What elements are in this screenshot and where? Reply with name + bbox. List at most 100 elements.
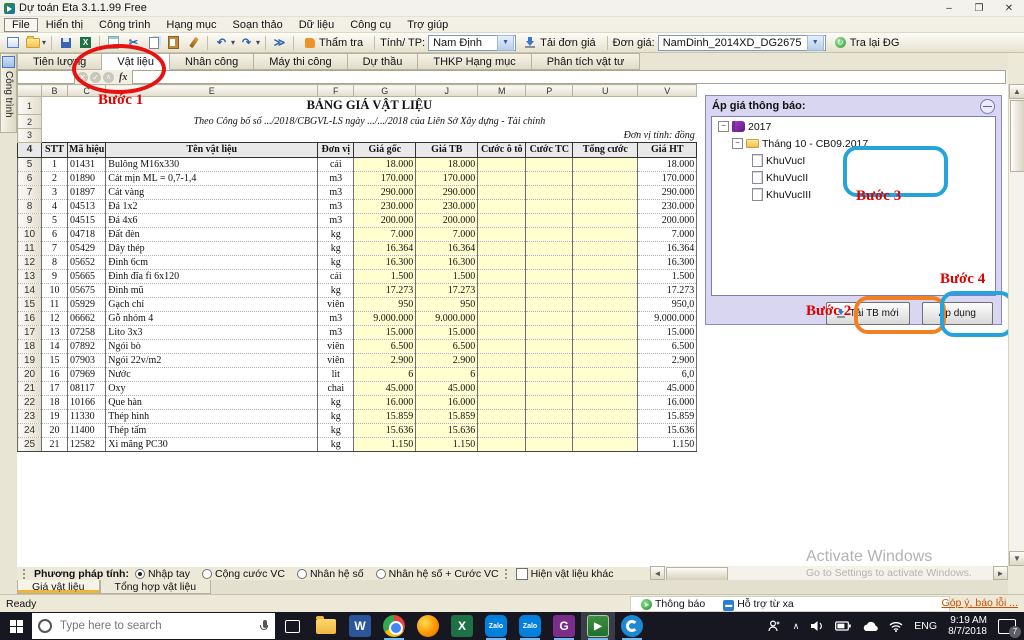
cell[interactable]: 01890 — [66, 170, 107, 186]
row-number[interactable]: 7 — [17, 184, 42, 200]
row-number[interactable]: 11 — [17, 240, 42, 256]
cell[interactable]: 9.000.000 — [353, 310, 417, 326]
cell[interactable]: 16.300 — [415, 254, 479, 270]
cell[interactable] — [477, 212, 527, 228]
redo-icon[interactable]: ↷ — [238, 35, 255, 51]
column-header[interactable]: J — [415, 84, 479, 97]
cell[interactable] — [572, 408, 639, 424]
row-number[interactable]: 18 — [17, 338, 42, 354]
cell[interactable]: 07969 — [66, 366, 107, 382]
row-number[interactable]: 25 — [17, 436, 42, 452]
cell[interactable]: 950 — [353, 296, 417, 312]
table-column-header[interactable]: STT — [41, 141, 68, 158]
cell[interactable]: 1.150 — [415, 436, 479, 452]
cell[interactable]: Que hàn — [105, 394, 319, 410]
cell[interactable]: 15.859 — [353, 408, 417, 424]
cell[interactable]: 7 — [41, 240, 68, 256]
cell[interactable] — [525, 170, 574, 186]
province-select[interactable]: Nam Định ▼ — [428, 34, 517, 51]
cell[interactable]: Xi măng PC30 — [105, 436, 319, 452]
table-column-header[interactable]: Tổng cước — [572, 141, 639, 158]
cell[interactable]: kg — [317, 226, 355, 242]
menu-item[interactable]: Hạng mục — [158, 18, 224, 32]
cell[interactable]: cái — [317, 156, 355, 172]
run-icon[interactable]: ≫ — [271, 35, 288, 51]
radio-icon[interactable] — [134, 568, 145, 579]
cell[interactable]: 15.636 — [637, 422, 698, 438]
cell[interactable]: kg — [317, 240, 355, 256]
cell[interactable]: 7.000 — [415, 226, 479, 242]
cell[interactable]: 13 — [41, 324, 68, 340]
cell[interactable]: 05929 — [66, 296, 107, 312]
cell[interactable]: Ngói bò — [105, 338, 319, 354]
radio-icon[interactable] — [375, 568, 386, 579]
format-brush-icon[interactable] — [185, 35, 202, 51]
cell[interactable] — [477, 380, 527, 396]
action-center-icon[interactable]: 7 — [998, 618, 1021, 638]
table-column-header[interactable]: Cước ô tô — [477, 141, 527, 158]
cell[interactable] — [525, 226, 574, 242]
column-header[interactable]: V — [637, 84, 698, 97]
cell[interactable]: Đinh đĩa fi 6x120 — [105, 268, 319, 284]
cell[interactable] — [477, 226, 527, 242]
cell[interactable] — [525, 282, 574, 298]
chrome-button[interactable] — [377, 612, 411, 640]
cell[interactable]: cái — [317, 268, 355, 284]
cell[interactable]: Thép hình — [105, 408, 319, 424]
cell[interactable] — [525, 268, 574, 284]
worksheet-tab[interactable]: Nhân công — [170, 53, 255, 70]
cell[interactable]: 6,0 — [637, 366, 698, 382]
scroll-right-icon[interactable]: ► — [993, 566, 1008, 580]
cell[interactable]: 170.000 — [415, 170, 479, 186]
cell[interactable]: 18.000 — [415, 156, 479, 172]
open-icon[interactable] — [24, 35, 41, 51]
cell[interactable] — [572, 380, 639, 396]
cell[interactable] — [525, 310, 574, 326]
cell[interactable]: 11400 — [66, 422, 107, 438]
checkbox-icon[interactable] — [515, 567, 528, 580]
row-number[interactable]: 3 — [17, 128, 42, 143]
menu-item[interactable]: Trợ giúp — [399, 18, 456, 32]
cell[interactable]: Cát vàng — [105, 184, 319, 200]
cell[interactable]: 17 — [41, 380, 68, 396]
cell[interactable]: 230.000 — [637, 198, 698, 214]
cell[interactable]: 200.000 — [637, 212, 698, 228]
cell[interactable]: 2.900 — [415, 352, 479, 368]
cell[interactable] — [572, 212, 639, 228]
onedrive-icon[interactable] — [862, 621, 879, 632]
cell[interactable]: 17.273 — [353, 282, 417, 298]
cell[interactable]: 230.000 — [353, 198, 417, 214]
cell[interactable] — [525, 422, 574, 438]
paste-icon[interactable] — [165, 35, 182, 51]
cell[interactable]: 07258 — [66, 324, 107, 340]
cell[interactable]: 05675 — [66, 282, 107, 298]
column-header[interactable]: P — [525, 84, 574, 97]
cell[interactable]: Đất đèn — [105, 226, 319, 242]
cell[interactable]: 7.000 — [353, 226, 417, 242]
cell[interactable]: 17.273 — [637, 282, 698, 298]
cell[interactable]: 05652 — [66, 254, 107, 270]
cell[interactable] — [572, 436, 639, 452]
cell[interactable] — [477, 394, 527, 410]
table-column-header[interactable]: Giá HT — [637, 141, 698, 158]
cell[interactable]: 16.000 — [415, 394, 479, 410]
cell[interactable] — [477, 268, 527, 284]
cell[interactable]: 45.000 — [353, 380, 417, 396]
eta-app-button[interactable]: ▶ — [581, 612, 615, 640]
cell[interactable]: 04515 — [66, 212, 107, 228]
cell[interactable]: 290.000 — [353, 184, 417, 200]
cell[interactable] — [477, 198, 527, 214]
cell[interactable]: 6 — [353, 366, 417, 382]
ultraviewer-button[interactable] — [615, 612, 649, 640]
cell[interactable]: 05429 — [66, 240, 107, 256]
cell[interactable]: 1.150 — [637, 436, 698, 452]
cell[interactable] — [525, 352, 574, 368]
worksheet-tab[interactable]: Máy thi công — [254, 53, 348, 70]
cell[interactable]: 4 — [41, 198, 68, 214]
people-icon[interactable] — [768, 620, 782, 632]
cell[interactable]: 7.000 — [637, 226, 698, 242]
cell[interactable] — [525, 324, 574, 340]
cell[interactable] — [572, 394, 639, 410]
cell[interactable]: 1.150 — [353, 436, 417, 452]
cell[interactable]: 3 — [41, 184, 68, 200]
